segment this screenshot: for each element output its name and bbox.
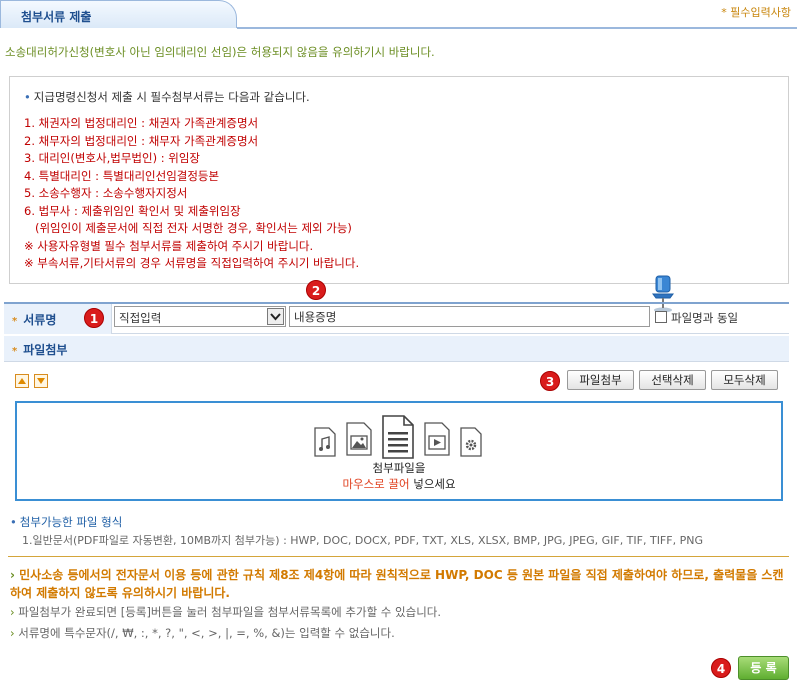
file-attach-label-text: 파일첨부 — [23, 343, 68, 357]
allowed-formats-title-text: 첨부가능한 파일 형식 — [19, 515, 123, 529]
music-file-icon — [314, 427, 336, 457]
notice-heading: • 지급명령신청서 제출 시 필수첨부서류는 다음과 같습니다. — [24, 89, 310, 105]
delete-all-button[interactable]: 모두삭제 — [711, 370, 778, 390]
settings-file-icon — [460, 427, 482, 457]
doc-name-input[interactable] — [289, 306, 650, 327]
required-star-icon: * — [12, 346, 18, 357]
doc-name-label-text: 서류명 — [23, 313, 57, 327]
drop-instruction-line1: 첨부파일을 — [372, 461, 426, 475]
rule-sub-notice-2: › 서류명에 특수문자(/, ₩, :, *, ?, ", <, >, |, =… — [10, 625, 395, 641]
required-doc-list: 1. 채권자의 법정대리인 : 채권자 가족관계증명서 2. 채무자의 법정대리… — [24, 115, 359, 273]
move-up-button[interactable] — [15, 374, 29, 388]
doc-type-select[interactable]: 직접입력 — [114, 306, 286, 327]
file-attach-row: * 파일첨부 — [4, 336, 789, 362]
step-badge-3: 3 — [540, 371, 560, 391]
file-attach-label: * 파일첨부 — [12, 341, 67, 358]
header-tab-bar: 첨부서류 제출 * 필수입력사항 — [0, 0, 797, 30]
arrow-up-icon — [18, 378, 26, 384]
attach-file-button[interactable]: 파일첨부 — [567, 370, 634, 390]
same-as-filename-checkbox[interactable] — [655, 311, 667, 323]
section-divider — [8, 556, 789, 557]
rule-main-text: 민사소송 등에서의 전자문서 이용 등에 관한 규칙 제8조 제4항에 따라 원… — [10, 568, 784, 600]
video-file-icon — [424, 422, 450, 456]
drop-instruction-line2: 마우스로 끌어 넣으세요 — [17, 476, 781, 492]
bullet-icon: • — [10, 515, 17, 529]
doc-type-select-value: 직접입력 — [119, 311, 162, 325]
delete-selected-button[interactable]: 선택삭제 — [639, 370, 706, 390]
list-item: 3. 대리인(변호사,법무법인) : 위임장 — [24, 151, 200, 165]
notice-heading-text: 지급명령신청서 제출 시 필수첨부서류는 다음과 같습니다. — [33, 90, 310, 104]
image-file-icon — [346, 422, 372, 456]
list-item: 6. 법무사 : 제출위임인 확인서 및 제출위임장 — [24, 203, 241, 218]
section-tab: 첨부서류 제출 — [0, 0, 237, 28]
list-item: ※ 부속서류,기타서류의 경우 서류명을 직접입력하여 주시기 바랍니다. — [24, 256, 360, 270]
doc-name-label: * 서류명 — [12, 311, 56, 328]
list-item: 4. 특별대리인 : 특별대리인선임결정등본 — [24, 168, 220, 183]
allowed-formats-list: 1.일반문서(PDF파일로 자동변환, 10MB까지 첨부가능) : HWP, … — [22, 534, 703, 547]
drop-instruction-rest: 넣으세요 — [409, 477, 456, 491]
notice-box: • 지급명령신청서 제출 시 필수첨부서류는 다음과 같습니다. 1. 채권자의 … — [9, 76, 789, 284]
bullet-icon: • — [24, 90, 31, 104]
rule-sub-text-2: 서류명에 특수문자(/, ₩, :, *, ?, ", <, >, |, =, … — [18, 626, 395, 640]
document-file-icon — [382, 415, 414, 459]
required-note: * 필수입력사항 — [721, 6, 791, 19]
list-item: 1. 채권자의 법정대리인 : 채권자 가족관계증명서 — [24, 116, 259, 130]
warning-text: 소송대리허가신청(변호사 아닌 임의대리인 선임)은 허용되지 않음을 유의하기… — [5, 45, 435, 59]
list-item: (위임인이 제출문서에 직접 전자 서명한 경우, 확인서는 제외 가능) — [24, 221, 352, 235]
list-item: 2. 채무자의 법정대리인 : 채무자 가족관계증명서 — [24, 133, 259, 148]
step-badge-2: 2 — [306, 280, 326, 300]
required-star-icon: * — [12, 316, 18, 327]
rule-main-notice: › 민사소송 등에서의 전자문서 이용 등에 관한 규칙 제8조 제4항에 따라… — [10, 566, 788, 602]
same-as-filename-label: 파일명과 동일 — [671, 311, 739, 325]
arrow-down-icon — [37, 378, 45, 384]
drop-instruction-highlight: 마우스로 끌어 — [342, 477, 410, 491]
rule-sub-text-1: 파일첨부가 완료되면 [등록]버튼을 눌러 첨부파일을 첨부서류목록에 추가할 … — [18, 605, 442, 619]
register-button[interactable]: 등 록 — [738, 656, 789, 680]
rule-sub-notice-1: › 파일첨부가 완료되면 [등록]버튼을 눌러 첨부파일을 첨부서류목록에 추가… — [10, 604, 441, 620]
list-item: ※ 사용자유형별 필수 첨부서류를 제출하여 주시기 바랍니다. — [24, 238, 314, 253]
list-item: 5. 소송수행자 : 소송수행자지정서 — [24, 186, 188, 200]
move-down-button[interactable] — [34, 374, 48, 388]
allowed-formats-title: • 첨부가능한 파일 형식 — [10, 514, 122, 530]
section-title: 첨부서류 제출 — [21, 10, 92, 24]
chevron-down-icon[interactable] — [267, 308, 284, 325]
step-badge-1: 1 — [84, 308, 104, 328]
step-badge-4: 4 — [711, 658, 731, 678]
tab-underline — [237, 27, 797, 29]
file-drop-zone[interactable]: 첨부파일을 마우스로 끌어 넣으세요 — [15, 401, 783, 501]
arrow-right-icon: › — [10, 568, 20, 582]
